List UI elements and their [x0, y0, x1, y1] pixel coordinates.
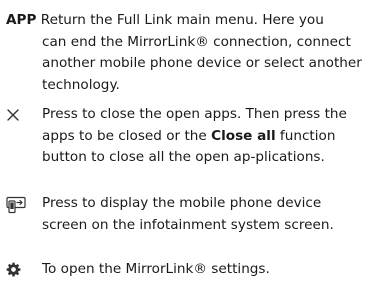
manual-legend: APP Return the Full Link main menu. Here…	[0, 0, 368, 292]
close-apps-description: Press to close the open apps. Then press…	[42, 104, 362, 169]
app-key: APP	[6, 12, 37, 28]
close-all-label: Close all	[211, 127, 276, 144]
phone-projection-icon	[6, 196, 26, 214]
close-x-icon	[6, 108, 20, 122]
app-continuation: can end the MirrorLink® connection, conn…	[42, 33, 362, 93]
app-line1: Return the Full Link main menu. Here you	[40, 12, 324, 28]
gear-icon	[6, 262, 21, 277]
app-description: APP Return the Full Link main menu. Here…	[6, 10, 362, 96]
settings-description: To open the MirrorLink® settings.	[42, 261, 270, 277]
phone-projection-description: Press to display the mobile phone device…	[42, 195, 334, 233]
